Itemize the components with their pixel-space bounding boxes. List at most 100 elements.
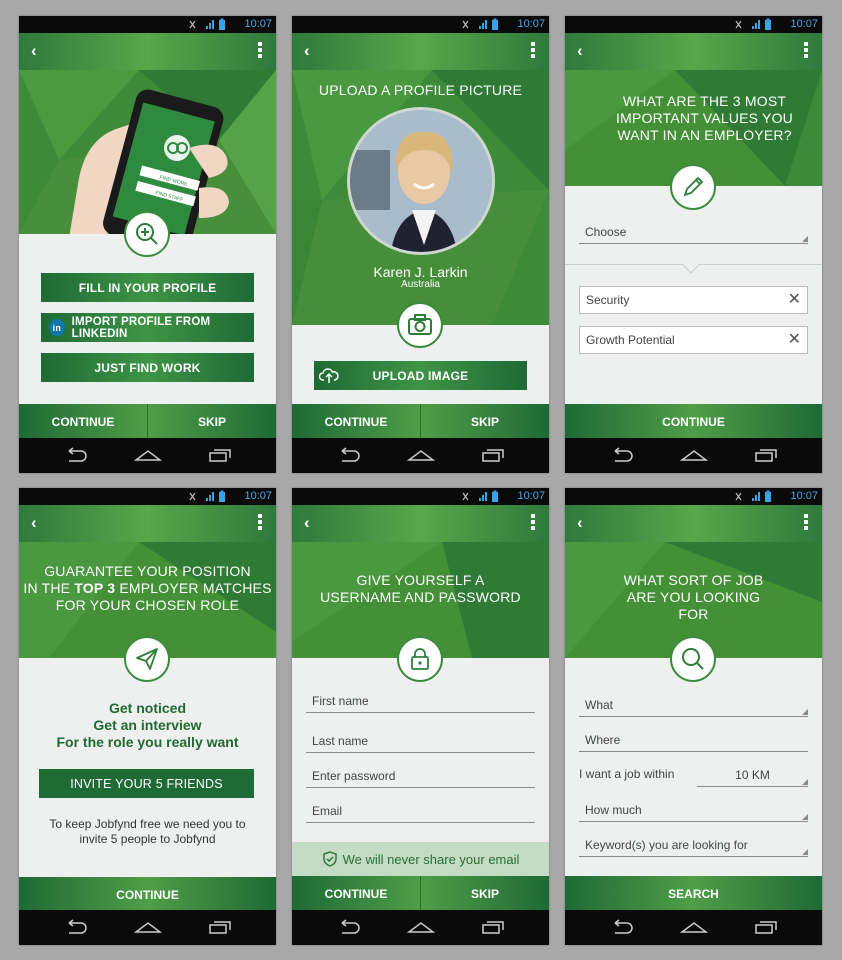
screen-upload-picture: 10:07 ‹ UPLOAD A PROFILE PICTURE Karen J… [292, 16, 549, 473]
screen-fill-profile: 10:07 ‹ FIND WORK FIND STAFF FILL IN YOU… [19, 16, 276, 473]
status-time: 10:07 [244, 18, 272, 30]
dropdown-arrow-icon [802, 779, 808, 785]
dropdown-arrow-icon [802, 709, 808, 715]
title-line-2: IN THE TOP 3 EMPLOYER MATCHES [23, 580, 272, 597]
import-linkedin-button[interactable]: in IMPORT PROFILE FROM LINKEDIN [41, 313, 254, 342]
continue-button[interactable]: CONTINUE [292, 404, 420, 439]
remove-tag-icon[interactable]: ✕ [788, 327, 801, 353]
screen-employer-values: 10:07 ‹ WHAT ARE THE 3 MOST IMPORTANT VA… [565, 16, 822, 473]
back-icon[interactable]: ‹ [577, 41, 583, 61]
status-icons [189, 490, 225, 502]
nav-back-icon[interactable] [63, 919, 89, 935]
what-dropdown[interactable]: What [579, 695, 808, 717]
nav-recents-icon[interactable] [479, 919, 505, 935]
nav-back-icon[interactable] [63, 447, 89, 463]
status-icons [735, 490, 771, 502]
overflow-menu-icon[interactable] [531, 42, 536, 60]
status-bar: 10:07 [19, 488, 276, 505]
nav-back-icon[interactable] [609, 447, 635, 463]
nav-home-icon[interactable] [407, 919, 435, 935]
upload-image-button[interactable]: UPLOAD IMAGE [314, 361, 527, 390]
skip-button[interactable]: SKIP [421, 404, 549, 439]
shield-icon [322, 851, 337, 867]
benefit-line-1: Get noticed [108, 700, 186, 716]
email-field[interactable]: Email [306, 801, 535, 823]
choose-dropdown[interactable]: Choose [579, 222, 808, 244]
dropdown-arrow-icon [802, 814, 808, 820]
back-icon[interactable]: ‹ [31, 41, 37, 61]
nav-recents-icon[interactable] [479, 447, 505, 463]
back-icon[interactable]: ‹ [304, 513, 310, 533]
search-button[interactable]: SEARCH [565, 876, 822, 911]
status-bar: 10:07 [292, 16, 549, 33]
what-label: What [585, 698, 614, 712]
skip-button[interactable]: SKIP [421, 876, 549, 911]
camera-icon[interactable] [397, 302, 443, 348]
first-name-field[interactable]: First name [306, 691, 535, 713]
nav-recents-icon[interactable] [752, 919, 778, 935]
just-find-work-button[interactable]: JUST FIND WORK [41, 353, 254, 382]
nav-home-icon[interactable] [134, 919, 162, 935]
overflow-menu-icon[interactable] [258, 42, 263, 60]
continue-button[interactable]: CONTINUE [292, 876, 420, 911]
benefits-text: Get noticed Get an interview For the rol… [19, 700, 276, 751]
how-much-dropdown[interactable]: How much [579, 800, 808, 822]
nav-recents-icon[interactable] [206, 447, 232, 463]
status-icons [735, 18, 771, 30]
password-field[interactable]: Enter password [306, 766, 535, 788]
nav-home-icon[interactable] [680, 919, 708, 935]
upload-image-label: UPLOAD IMAGE [372, 368, 469, 383]
search-icon [670, 636, 716, 682]
nav-home-icon[interactable] [407, 447, 435, 463]
status-bar: 10:07 [565, 488, 822, 505]
remove-tag-icon[interactable]: ✕ [788, 287, 801, 313]
linkedin-icon: in [49, 319, 65, 336]
dropdown-arrow-icon [802, 236, 808, 242]
overflow-menu-icon[interactable] [804, 514, 809, 532]
skip-button[interactable]: SKIP [148, 404, 276, 439]
nav-back-icon[interactable] [336, 447, 362, 463]
overflow-menu-icon[interactable] [531, 514, 536, 532]
keywords-dropdown[interactable]: Keyword(s) you are looking for [579, 835, 808, 857]
android-nav-bar [19, 910, 276, 945]
nav-home-icon[interactable] [134, 447, 162, 463]
android-nav-bar [292, 438, 549, 473]
value-tag-growth: Growth Potential ✕ [579, 326, 808, 354]
continue-button[interactable]: CONTINUE [19, 877, 276, 912]
where-field[interactable]: Where [579, 730, 808, 752]
profile-country: Australia [401, 279, 440, 290]
back-icon[interactable]: ‹ [31, 513, 37, 533]
title-line-3: FOR YOUR CHOSEN ROLE [55, 597, 240, 613]
distance-label: I want a job within [579, 767, 675, 781]
nav-recents-icon[interactable] [752, 447, 778, 463]
nav-back-icon[interactable] [336, 919, 362, 935]
android-nav-bar [19, 438, 276, 473]
nav-recents-icon[interactable] [206, 919, 232, 935]
profile-person-illustration [350, 110, 492, 252]
last-name-field[interactable]: Last name [306, 731, 535, 753]
title-line-2-pre: IN THE [23, 580, 75, 596]
value-tag-security: Security ✕ [579, 286, 808, 314]
keywords-label: Keyword(s) you are looking for [585, 838, 748, 852]
android-nav-bar [565, 910, 822, 945]
nav-home-icon[interactable] [680, 447, 708, 463]
status-bar: 10:07 [565, 16, 822, 33]
continue-button[interactable]: CONTINUE [19, 404, 147, 439]
back-icon[interactable]: ‹ [577, 513, 583, 533]
nav-back-icon[interactable] [609, 919, 635, 935]
distance-dropdown[interactable]: 10 KM [697, 765, 808, 787]
overflow-menu-icon[interactable] [258, 514, 263, 532]
invite-friends-button[interactable]: INVITE YOUR 5 FRIENDS [39, 769, 254, 798]
page-title: GIVE YOURSELF A USERNAME AND PASSWORD [320, 572, 521, 605]
profile-photo[interactable] [347, 107, 495, 255]
android-nav-bar [565, 438, 822, 473]
choose-label: Choose [585, 225, 627, 239]
back-icon[interactable]: ‹ [304, 41, 310, 61]
overflow-menu-icon[interactable] [804, 42, 809, 60]
page-title: UPLOAD A PROFILE PICTURE [318, 82, 523, 98]
profile-name: Karen J. Larkin [373, 264, 468, 280]
fill-profile-button[interactable]: FILL IN YOUR PROFILE [41, 273, 254, 302]
continue-button[interactable]: CONTINUE [565, 404, 822, 439]
app-bar: ‹ [292, 33, 549, 70]
status-bar: 10:07 [292, 488, 549, 505]
